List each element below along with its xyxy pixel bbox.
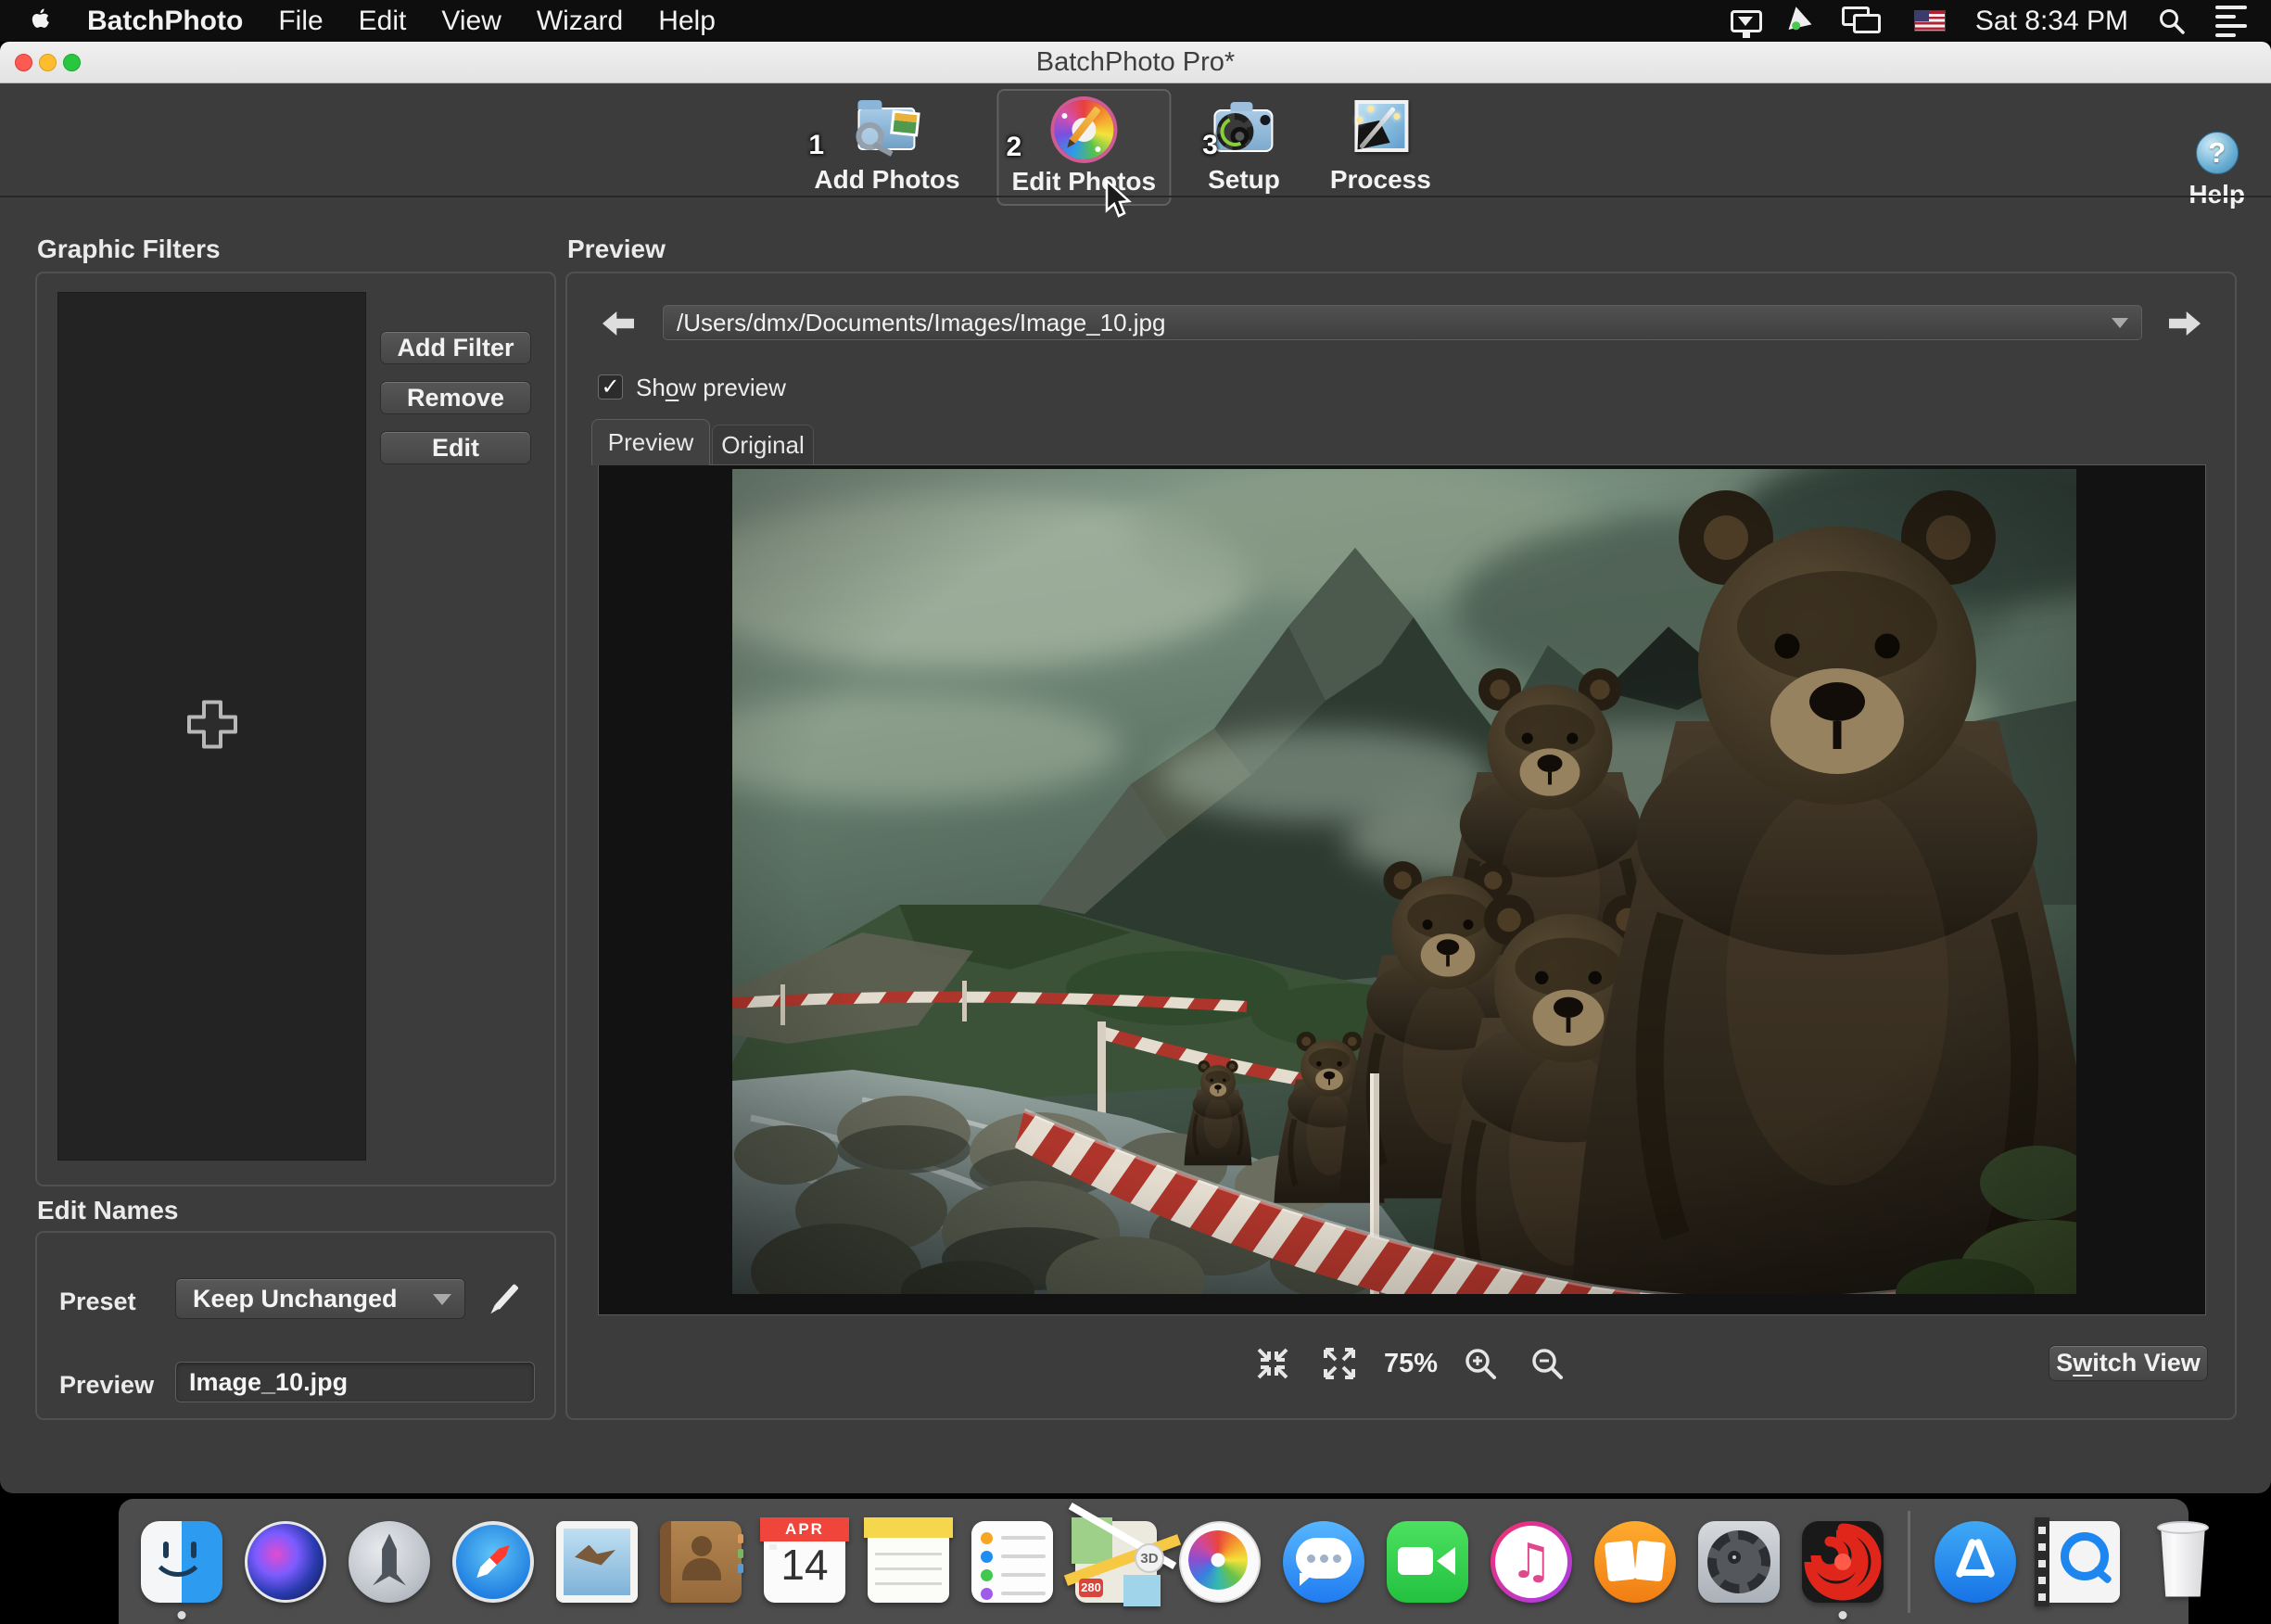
toolbar-item-add-photos[interactable]: 1 Add Photos (801, 89, 972, 202)
toolbar-item-edit-photos[interactable]: 2 Edit Photos (997, 89, 1172, 206)
dock-app-store-icon[interactable] (1931, 1517, 2020, 1606)
zoom-in-icon[interactable] (1463, 1346, 1498, 1381)
preview-image-frame (598, 464, 2206, 1315)
display-mirroring-icon[interactable] (1731, 10, 1762, 32)
dock-calendar-icon[interactable]: APR14 (760, 1517, 849, 1606)
dock-trash-icon[interactable] (2138, 1517, 2227, 1606)
apple-logo-icon (28, 7, 52, 35)
menu-wizard[interactable]: Wizard (537, 6, 623, 37)
preview-photo-bears (732, 469, 2076, 1294)
zoom-out-icon[interactable] (1529, 1346, 1565, 1381)
process-icon (1347, 95, 1414, 161)
toolbar-item-label: Edit Photos (1012, 167, 1157, 197)
image-path-value: /Users/dmx/Documents/Images/Image_10.jpg (677, 309, 1165, 337)
preset-dropdown[interactable]: Keep Unchanged (175, 1278, 465, 1319)
zoom-level: 75% (1364, 1349, 1457, 1379)
dock-separator (1908, 1511, 1910, 1613)
expand-view-icon[interactable] (1322, 1346, 1357, 1381)
graphic-filters-title: Graphic Filters (37, 235, 221, 264)
dock-finder-icon[interactable] (137, 1517, 226, 1606)
checkbox-check: ✓ (601, 374, 619, 400)
image-path-dropdown[interactable]: /Users/dmx/Documents/Images/Image_10.jpg (663, 305, 2142, 340)
add-filter-button[interactable]: Add Filter (380, 331, 531, 364)
dock-messages-icon[interactable] (1279, 1517, 1368, 1606)
preset-value: Keep Unchanged (193, 1285, 398, 1313)
dock-reminders-icon[interactable] (968, 1517, 1057, 1606)
step-number: 3 (1202, 130, 1218, 161)
menu-edit[interactable]: Edit (359, 6, 407, 37)
window-title: BatchPhoto Pro* (0, 42, 2271, 83)
toolbar-help-button[interactable]: ? Help (2189, 132, 2245, 209)
dock-system-preferences-icon[interactable] (1694, 1517, 1783, 1606)
chevron-down-icon (2112, 318, 2128, 328)
dock-batchphoto-icon[interactable] (1798, 1517, 1887, 1606)
dock-mail-icon[interactable] (552, 1517, 641, 1606)
preview-name-value: Image_10.jpg (189, 1368, 348, 1397)
preview-name-label: Preview (59, 1371, 154, 1400)
help-label: Help (2189, 180, 2245, 209)
add-photos-icon (854, 95, 920, 161)
filter-list[interactable] (57, 292, 366, 1161)
dock-contacts-icon[interactable] (656, 1517, 745, 1606)
step-number: 1 (808, 130, 824, 161)
collapse-view-icon[interactable] (1255, 1346, 1290, 1381)
switch-view-button[interactable]: Switch View (2049, 1345, 2208, 1381)
menu-help[interactable]: Help (658, 6, 716, 37)
dock-itunes-icon[interactable]: ♫ (1487, 1517, 1576, 1606)
edit-photos-icon (1050, 96, 1117, 163)
dock-maps-icon[interactable]: 280 3D (1072, 1517, 1161, 1606)
step-number: 2 (1007, 132, 1022, 163)
title-bar[interactable]: BatchPhoto Pro* (0, 42, 2271, 83)
app-menu-title[interactable]: BatchPhoto (87, 6, 243, 37)
edit-filter-button[interactable]: Edit (380, 431, 531, 464)
menu-file[interactable]: File (278, 6, 323, 37)
show-preview-checkbox[interactable]: ✓ (598, 374, 623, 400)
us-flag-icon[interactable] (1914, 10, 1946, 32)
notification-center-icon[interactable] (2215, 6, 2247, 37)
show-preview-label: Show preview (636, 374, 786, 402)
dock-launchpad-icon[interactable] (345, 1517, 434, 1606)
preview-section-title: Preview (567, 235, 666, 264)
pointer-device-icon[interactable] (1792, 9, 1812, 33)
wizard-toolbar: 1 Add Photos 2 Edit Photos 3 Setup (0, 83, 2271, 197)
dock-siri-icon[interactable] (241, 1517, 330, 1606)
batchphoto-window: BatchPhoto Pro* 1 Add Photos 2 Edit Phot… (0, 42, 2271, 1493)
dock-facetime-icon[interactable] (1383, 1517, 1472, 1606)
tab-preview[interactable]: Preview (591, 419, 710, 465)
menu-bar-clock[interactable]: Sat 8:34 PM (1975, 6, 2128, 37)
menu-bar: BatchPhoto File Edit View Wizard Help Sa… (0, 0, 2271, 42)
toolbar-item-label: Process (1330, 165, 1431, 195)
preview-name-field[interactable]: Image_10.jpg (175, 1362, 535, 1402)
tab-original[interactable]: Original (712, 425, 814, 465)
toolbar-item-label: Setup (1208, 165, 1280, 195)
edit-preset-pencil-icon[interactable] (486, 1280, 527, 1321)
toolbar-item-label: Add Photos (814, 165, 959, 195)
remove-filter-button[interactable]: Remove (380, 381, 531, 414)
edit-names-title: Edit Names (37, 1196, 179, 1225)
displays-icon[interactable] (1842, 6, 1884, 36)
add-filter-plus-icon (184, 696, 241, 756)
dock-safari-icon[interactable] (449, 1517, 538, 1606)
setup-icon (1211, 95, 1277, 161)
search-icon[interactable] (2158, 7, 2186, 35)
running-indicator (1839, 1611, 1847, 1619)
dock: APR14 280 3D ♫ (119, 1499, 2189, 1624)
chevron-down-icon (433, 1294, 451, 1305)
dock-notes-icon[interactable] (864, 1517, 953, 1606)
help-icon: ? (2196, 132, 2239, 174)
dock-quicktime-icon[interactable] (2035, 1517, 2124, 1606)
running-indicator (178, 1611, 186, 1619)
dock-books-icon[interactable] (1591, 1517, 1680, 1606)
toolbar-item-setup[interactable]: 3 Setup (1195, 89, 1293, 202)
dock-photos-icon[interactable] (1175, 1517, 1264, 1606)
apple-menu[interactable] (28, 7, 52, 35)
toolbar-item-process[interactable]: Process (1317, 89, 1444, 202)
menu-view[interactable]: View (441, 6, 501, 37)
preset-label: Preset (59, 1288, 136, 1316)
